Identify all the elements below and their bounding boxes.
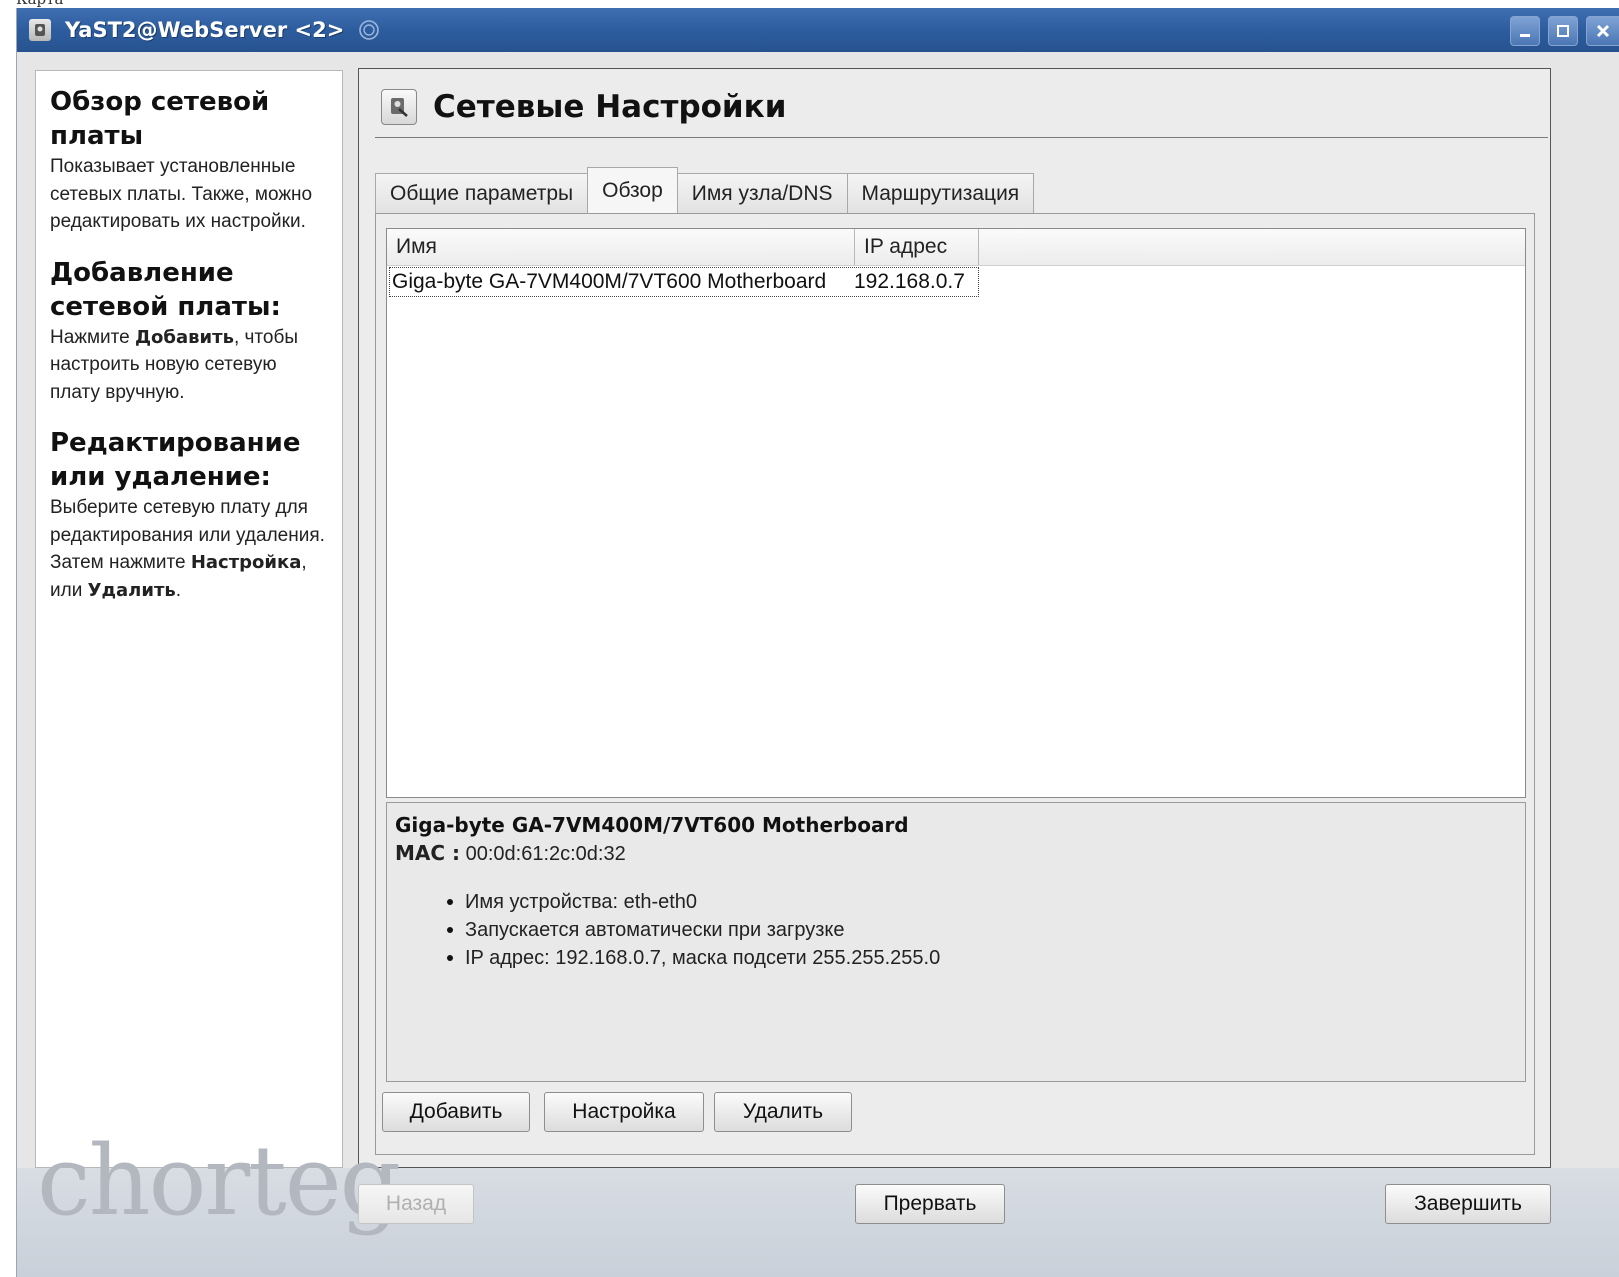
swirl-icon xyxy=(359,20,380,40)
window-title: YaST2@WebServer <2> xyxy=(65,18,345,42)
tab-hostname-dns[interactable]: Имя узла/DNS xyxy=(676,173,848,213)
list-item: Запускается автоматически при загрузке xyxy=(447,916,1517,944)
network-cards-table[interactable]: Имя IP адрес Giga-byte GA-7VM400M/7VT600… xyxy=(386,228,1526,798)
close-icon[interactable] xyxy=(1586,16,1619,46)
tab-bar: Общие параметры Обзор Имя узла/DNS Маршр… xyxy=(375,167,1035,213)
title-bar[interactable]: YaST2@WebServer <2> xyxy=(17,8,1619,52)
minimize-icon[interactable] xyxy=(1510,16,1540,46)
tab-general[interactable]: Общие параметры xyxy=(375,173,589,213)
add-button[interactable]: Добавить xyxy=(382,1092,530,1132)
abort-button[interactable]: Прервать xyxy=(855,1184,1005,1224)
help-heading-add: Добавление сетевой платы: xyxy=(50,257,281,322)
maximize-icon[interactable] xyxy=(1548,16,1578,46)
list-item: Имя устройства: eth-eth0 xyxy=(447,888,1517,916)
delete-button[interactable]: Удалить xyxy=(714,1092,852,1132)
table-header: Имя IP адрес xyxy=(387,229,1525,266)
page-title: Сетевые Настройки xyxy=(433,89,787,125)
details-list: Имя устройства: eth-eth0 Запускается авт… xyxy=(395,888,1517,972)
help-text-edit: Выберите сетевую плату для редактировани… xyxy=(50,497,325,601)
column-header-name[interactable]: Имя xyxy=(387,229,855,265)
list-item: IP адрес: 192.168.0.7, маска подсети 255… xyxy=(447,944,1517,972)
help-heading-overview: Обзор сетевой платы xyxy=(50,87,270,151)
yast-window: YaST2@WebServer <2> Обзор сетевой платы … xyxy=(16,8,1619,1277)
help-text-overview: Показывает установленные сетевых платы. … xyxy=(50,156,313,232)
details-box: Giga-byte GA-7VM400M/7VT600 Motherboard … xyxy=(386,802,1526,1082)
header-divider xyxy=(375,137,1548,138)
logo-watermark: chorteg xyxy=(37,1125,401,1237)
table-row[interactable]: Giga-byte GA-7VM400M/7VT600 Motherboard … xyxy=(389,267,979,297)
mac-value: 00:0d:61:2c:0d:32 xyxy=(460,843,626,865)
back-button[interactable]: Назад xyxy=(358,1184,474,1224)
mac-label: MAC : xyxy=(395,841,461,865)
configure-button[interactable]: Настройка xyxy=(544,1092,704,1132)
help-panel: Обзор сетевой платы Показывает установле… xyxy=(35,70,343,1168)
tab-overview[interactable]: Обзор xyxy=(587,167,678,213)
column-header-ip[interactable]: IP адрес xyxy=(855,229,979,265)
finish-button[interactable]: Завершить xyxy=(1385,1184,1551,1224)
details-mac: MAC : 00:0d:61:2c:0d:32 xyxy=(395,839,1517,868)
tab-routing[interactable]: Маршрутизация xyxy=(846,173,1035,213)
help-heading-edit: Редактирование или удаление: xyxy=(50,428,301,492)
top-stub-text: Карта xyxy=(16,0,63,8)
details-title: Giga-byte GA-7VM400M/7VT600 Motherboard xyxy=(395,813,909,837)
network-settings-icon xyxy=(381,89,417,125)
cell-name: Giga-byte GA-7VM400M/7VT600 Motherboard xyxy=(392,270,827,293)
cell-ip: 192.168.0.7 xyxy=(854,270,965,293)
yast-icon xyxy=(29,19,51,41)
content-area: Сетевые Настройки Общие параметры Обзор … xyxy=(358,68,1551,1168)
overview-panel: Имя IP адрес Giga-byte GA-7VM400M/7VT600… xyxy=(375,213,1535,1155)
help-text-add: Нажмите Добавить, чтобы настроить новую … xyxy=(50,326,299,403)
